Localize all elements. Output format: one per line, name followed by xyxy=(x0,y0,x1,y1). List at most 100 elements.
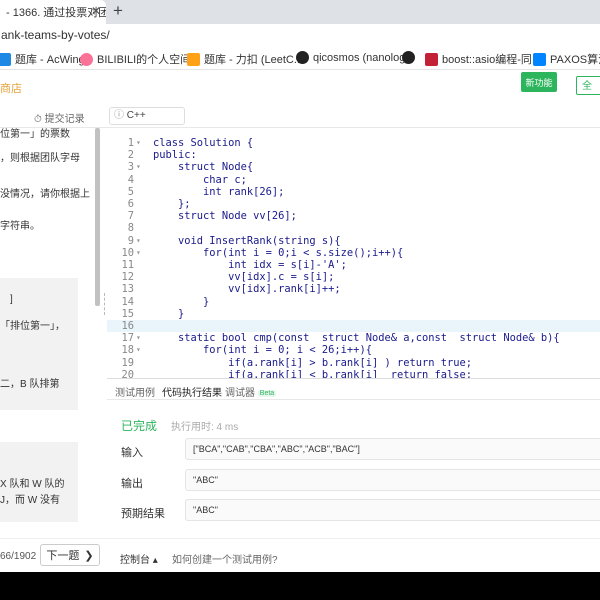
output-label: 输出 xyxy=(121,478,143,490)
new-tab-icon[interactable]: + xyxy=(113,1,123,21)
shop-link[interactable]: 商店 xyxy=(0,80,22,96)
line-number: 19 xyxy=(121,356,134,369)
fold-arrow-icon[interactable]: ▾ xyxy=(136,247,141,259)
code-text: if(a.rank[i] > b.rank[i] ) return true; xyxy=(153,356,473,369)
code-text: struct Node{ xyxy=(153,161,254,174)
exec-time: 执行用时: 4 ms xyxy=(171,422,239,433)
fold-arrow-icon[interactable]: ▾ xyxy=(136,344,141,356)
bilibili-icon xyxy=(80,52,93,66)
code-line[interactable]: 9 ▾ void InsertRank(string s){ xyxy=(107,235,600,247)
line-number: 2 xyxy=(127,149,134,162)
code-line[interactable]: 4 char c; xyxy=(107,174,600,186)
code-line[interactable]: 3 ▾ struct Node{ xyxy=(107,161,600,173)
submissions-tab[interactable]: ⏱ 提交记录 xyxy=(34,110,85,125)
github-icon xyxy=(402,51,415,64)
browser-tab-bar: - 1366. 通过投票对团队 ✕ + xyxy=(0,0,600,24)
close-icon[interactable]: ✕ xyxy=(91,4,101,18)
bookmark-label: PAXOS算法的 xyxy=(550,54,600,66)
bookmark-paxos[interactable]: PAXOS算法的 xyxy=(533,51,600,67)
code-line[interactable]: 19 if(a.rank[i] > b.rank[i] ) return tru… xyxy=(107,357,600,369)
line-number: 4 xyxy=(127,173,134,186)
debugger-label: 调试器 xyxy=(225,388,255,399)
tab-testcase[interactable]: 测试用例 xyxy=(115,384,155,399)
bookmark-github[interactable] xyxy=(402,51,415,64)
code-line[interactable]: 6 }; xyxy=(107,198,600,210)
fold-arrow-icon[interactable]: ▾ xyxy=(136,161,141,173)
url-text: ank-teams-by-votes/ xyxy=(1,28,110,42)
problem-description: 位第一」的票数 ，则根据团队字母 没情况，请你根据上 字符串。 ] 「排位第一」… xyxy=(0,128,104,538)
line-number: 14 xyxy=(121,295,134,308)
new-feature-button[interactable]: 新功能 xyxy=(521,72,557,92)
result-panel-tabs: 测试用例 代码执行结果 调试器 Beta xyxy=(107,378,600,400)
chevron-right-icon: ❯ xyxy=(84,549,94,562)
code-line[interactable]: 13 vv[idx].rank[i]++; xyxy=(107,283,600,295)
code-line[interactable]: 10 ▾ for(int i = 0;i < s.size();i++){ xyxy=(107,247,600,259)
desc-line: X 队和 W 队的 xyxy=(0,479,65,490)
line-number: 12 xyxy=(121,271,134,284)
howto-testcase-link[interactable]: 如何创建一个测试用例? xyxy=(172,551,278,566)
line-number: 18 xyxy=(121,344,134,357)
code-text: vv[idx].rank[i]++; xyxy=(153,283,341,296)
desc-line: 位第一」的票数 xyxy=(0,129,70,140)
editor-toolbar: ⏱ 提交记录 ⓘ C++ xyxy=(0,104,600,128)
code-line[interactable]: 5 int rank[26]; xyxy=(107,186,600,198)
bookmark-acwing[interactable]: 题库 - AcWing xyxy=(0,51,85,67)
code-text: vv[idx].c = s[i]; xyxy=(153,271,335,284)
tab-run-result[interactable]: 代码执行结果 xyxy=(162,384,222,399)
description-scrollbar[interactable] xyxy=(95,128,100,306)
desc-line: 字符串。 xyxy=(0,221,40,232)
code-line[interactable]: 11 int idx = s[i]-'A'; xyxy=(107,259,600,271)
bookmark-boost-asio[interactable]: boost::asio编程-同... xyxy=(425,51,541,67)
code-text: class Solution { xyxy=(153,137,254,149)
code-text: } xyxy=(153,307,185,320)
line-number: 17 xyxy=(121,332,134,345)
code-line[interactable]: 1 ▾ class Solution { xyxy=(107,137,600,149)
language-select[interactable]: ⓘ C++ xyxy=(109,107,185,125)
code-line[interactable]: 8 xyxy=(107,222,600,234)
desc-line: ，则根据团队字母 xyxy=(0,153,80,164)
console-toggle[interactable]: 控制台 ▴ xyxy=(120,551,158,566)
code-text: public: xyxy=(153,149,197,162)
code-line[interactable]: 16 xyxy=(107,320,600,333)
code-line[interactable]: 7 struct Node vv[26]; xyxy=(107,210,600,222)
code-editor[interactable]: 1 ▾ class Solution {2 public: 3 ▾ struct Node… xyxy=(107,128,600,378)
code-text: int rank[26]; xyxy=(153,185,285,198)
fullscreen-button[interactable]: 全 xyxy=(576,76,600,95)
leetcode-icon xyxy=(187,52,200,66)
fold-arrow-icon[interactable]: ▾ xyxy=(136,332,141,344)
bookmark-github-nanolog[interactable]: qicosmos (nanolog) xyxy=(296,51,409,64)
next-label: 下一题 xyxy=(46,550,80,562)
code-line[interactable]: 2 public: xyxy=(107,149,600,161)
leetcode-header: 商店 xyxy=(0,71,600,101)
line-number: 9 xyxy=(127,234,134,247)
next-problem-button[interactable]: 下一题 ❯ xyxy=(40,544,100,566)
status-text: 已完成 xyxy=(121,419,158,433)
browser-tab[interactable]: - 1366. 通过投票对团队 ✕ xyxy=(0,0,106,24)
beta-badge: Beta xyxy=(257,389,277,397)
info-icon: ⓘ xyxy=(114,110,127,121)
code-text: void InsertRank(string s){ xyxy=(153,234,341,247)
code-line[interactable]: 12 vv[idx].c = s[i]; xyxy=(107,271,600,283)
address-bar[interactable]: ank-teams-by-votes/ xyxy=(0,24,600,46)
line-number: 13 xyxy=(121,283,134,296)
fold-arrow-icon[interactable]: ▾ xyxy=(136,235,141,247)
bookmark-bilibili[interactable]: BILIBILI的个人空间... xyxy=(80,51,200,67)
code-line[interactable]: 15 } xyxy=(107,308,600,320)
code-line[interactable]: 18 ▾ for(int i = 0; i < 26;i++){ xyxy=(107,344,600,356)
code-line[interactable]: 20 if(a.rank[i] < b.rank[i] return false… xyxy=(107,369,600,378)
code-text: }; xyxy=(153,198,191,210)
code-text: } xyxy=(153,295,210,308)
clock-icon: ⏱ xyxy=(34,114,45,125)
code-text: static bool cmp(const struct Node& a,con… xyxy=(153,332,560,345)
line-number: 6 xyxy=(127,198,134,210)
line-number: 3 xyxy=(127,161,134,174)
code-line[interactable]: 17 ▾ static bool cmp(const struct Node& a… xyxy=(107,332,600,344)
resize-handle[interactable] xyxy=(104,293,106,315)
tab-debugger[interactable]: 调试器 Beta xyxy=(225,384,277,399)
fold-arrow-icon[interactable]: ▾ xyxy=(136,137,141,149)
code-line[interactable]: 14 } xyxy=(107,296,600,308)
bookmark-leetcode[interactable]: 题库 - 力扣 (LeetC... xyxy=(187,51,303,67)
line-number: 8 xyxy=(127,222,134,235)
expected-value: "ABC" xyxy=(185,499,600,521)
input-value: ["BCA","CAB","CBA","ABC","ACB","BAC"] xyxy=(185,438,600,460)
